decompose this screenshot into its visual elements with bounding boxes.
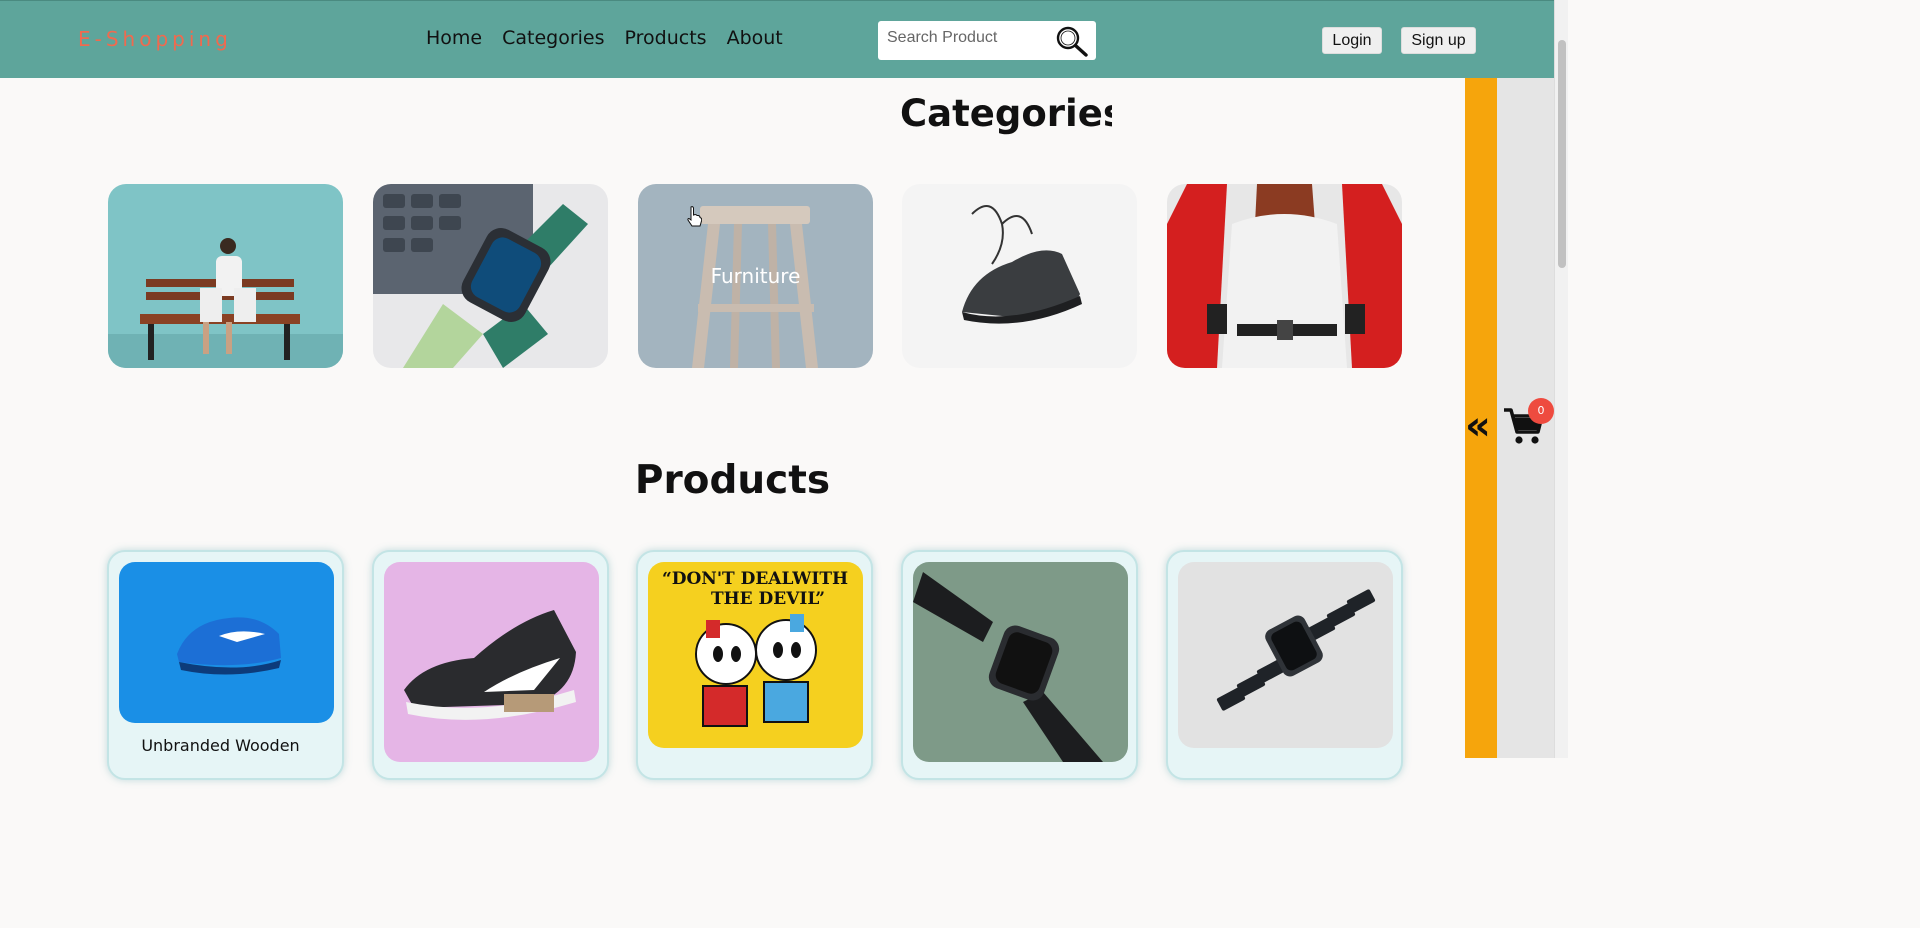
product-image [384, 562, 599, 762]
category-image-smartwatch [373, 184, 608, 368]
product-card[interactable] [1166, 550, 1403, 780]
search-input[interactable] [887, 29, 1047, 47]
svg-text:THE DEVIL”: THE DEVIL” [711, 589, 825, 609]
page-scrollbar[interactable] [1554, 0, 1568, 758]
product-image: “DON'T DEALWITH THE DEVIL” [648, 562, 863, 748]
category-card-furniture[interactable]: Furniture [638, 184, 873, 368]
scrollbar-thumb[interactable] [1558, 40, 1566, 268]
signup-button[interactable]: Sign up [1401, 27, 1476, 54]
product-card[interactable]: Unbranded Wooden [107, 550, 344, 780]
category-image-costume [1167, 184, 1402, 368]
product-card[interactable]: “DON'T DEALWITH THE DEVIL” [636, 550, 873, 780]
product-card[interactable] [372, 550, 609, 780]
nav-products[interactable]: Products [625, 27, 707, 49]
hand-cursor-icon [687, 206, 702, 227]
product-image [119, 562, 334, 723]
product-name: Unbranded Wooden [141, 736, 300, 755]
category-card-shoes[interactable] [902, 184, 1137, 368]
category-image-sneaker [902, 184, 1137, 368]
product-image [1178, 562, 1393, 748]
category-card-watches[interactable] [373, 184, 608, 368]
category-image-person-bench [108, 184, 343, 368]
black-smartwatch-image [913, 562, 1128, 762]
black-sneaker-image [384, 562, 599, 762]
cuphead-poster-image: “DON'T DEALWITH THE DEVIL” [648, 562, 863, 748]
top-navbar: E-Shopping Home Categories Products Abou… [0, 0, 1568, 78]
search-icon[interactable] [1055, 25, 1089, 57]
brand-logo[interactable]: E-Shopping [78, 27, 232, 51]
nav-categories[interactable]: Categories [502, 27, 604, 49]
products-heading: Products [634, 458, 831, 503]
category-label-furniture: Furniture [710, 264, 801, 288]
nav-home[interactable]: Home [426, 27, 482, 49]
poster-text: “DON'T DEALWITH [662, 569, 848, 589]
category-card-clothing[interactable] [1167, 184, 1402, 368]
login-button[interactable]: Login [1322, 27, 1382, 54]
nav-links: Home Categories Products About [426, 27, 783, 49]
nav-about[interactable]: About [727, 27, 783, 49]
double-chevron-left-icon[interactable]: « [1465, 402, 1491, 450]
blue-sneaker-image [119, 562, 334, 723]
cart-count-badge: 0 [1528, 398, 1554, 424]
product-card[interactable] [901, 550, 1138, 780]
categories-heading: Categories [900, 92, 1112, 135]
metal-smartwatch-image [1178, 562, 1393, 748]
product-image [913, 562, 1128, 762]
category-card-fashion[interactable] [108, 184, 343, 368]
